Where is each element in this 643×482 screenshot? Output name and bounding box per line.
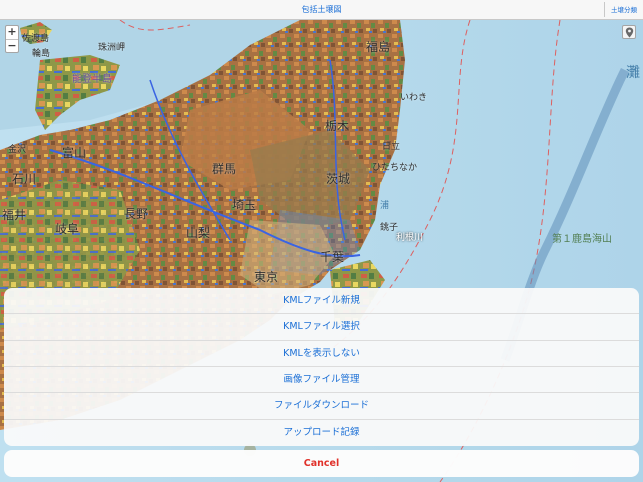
cancel-button[interactable]: Cancel	[4, 450, 639, 477]
soil-classification-button[interactable]: 土壌分類	[604, 2, 643, 17]
action-sheet: KMLファイル新規 KMLファイル選択 KMLを表示しない 画像ファイル管理 フ…	[4, 288, 639, 446]
page-title: 包括土壌図	[301, 5, 342, 14]
action-upload-history[interactable]: アップロード記録	[4, 420, 639, 446]
action-select-kml[interactable]: KMLファイル選択	[4, 314, 639, 341]
action-file-download[interactable]: ファイルダウンロード	[4, 393, 639, 420]
action-new-kml[interactable]: KMLファイル新規	[4, 288, 639, 315]
action-manage-images[interactable]: 画像ファイル管理	[4, 367, 639, 394]
navigation-bar: 包括土壌図 土壌分類	[0, 0, 643, 20]
action-hide-kml[interactable]: KMLを表示しない	[4, 341, 639, 367]
